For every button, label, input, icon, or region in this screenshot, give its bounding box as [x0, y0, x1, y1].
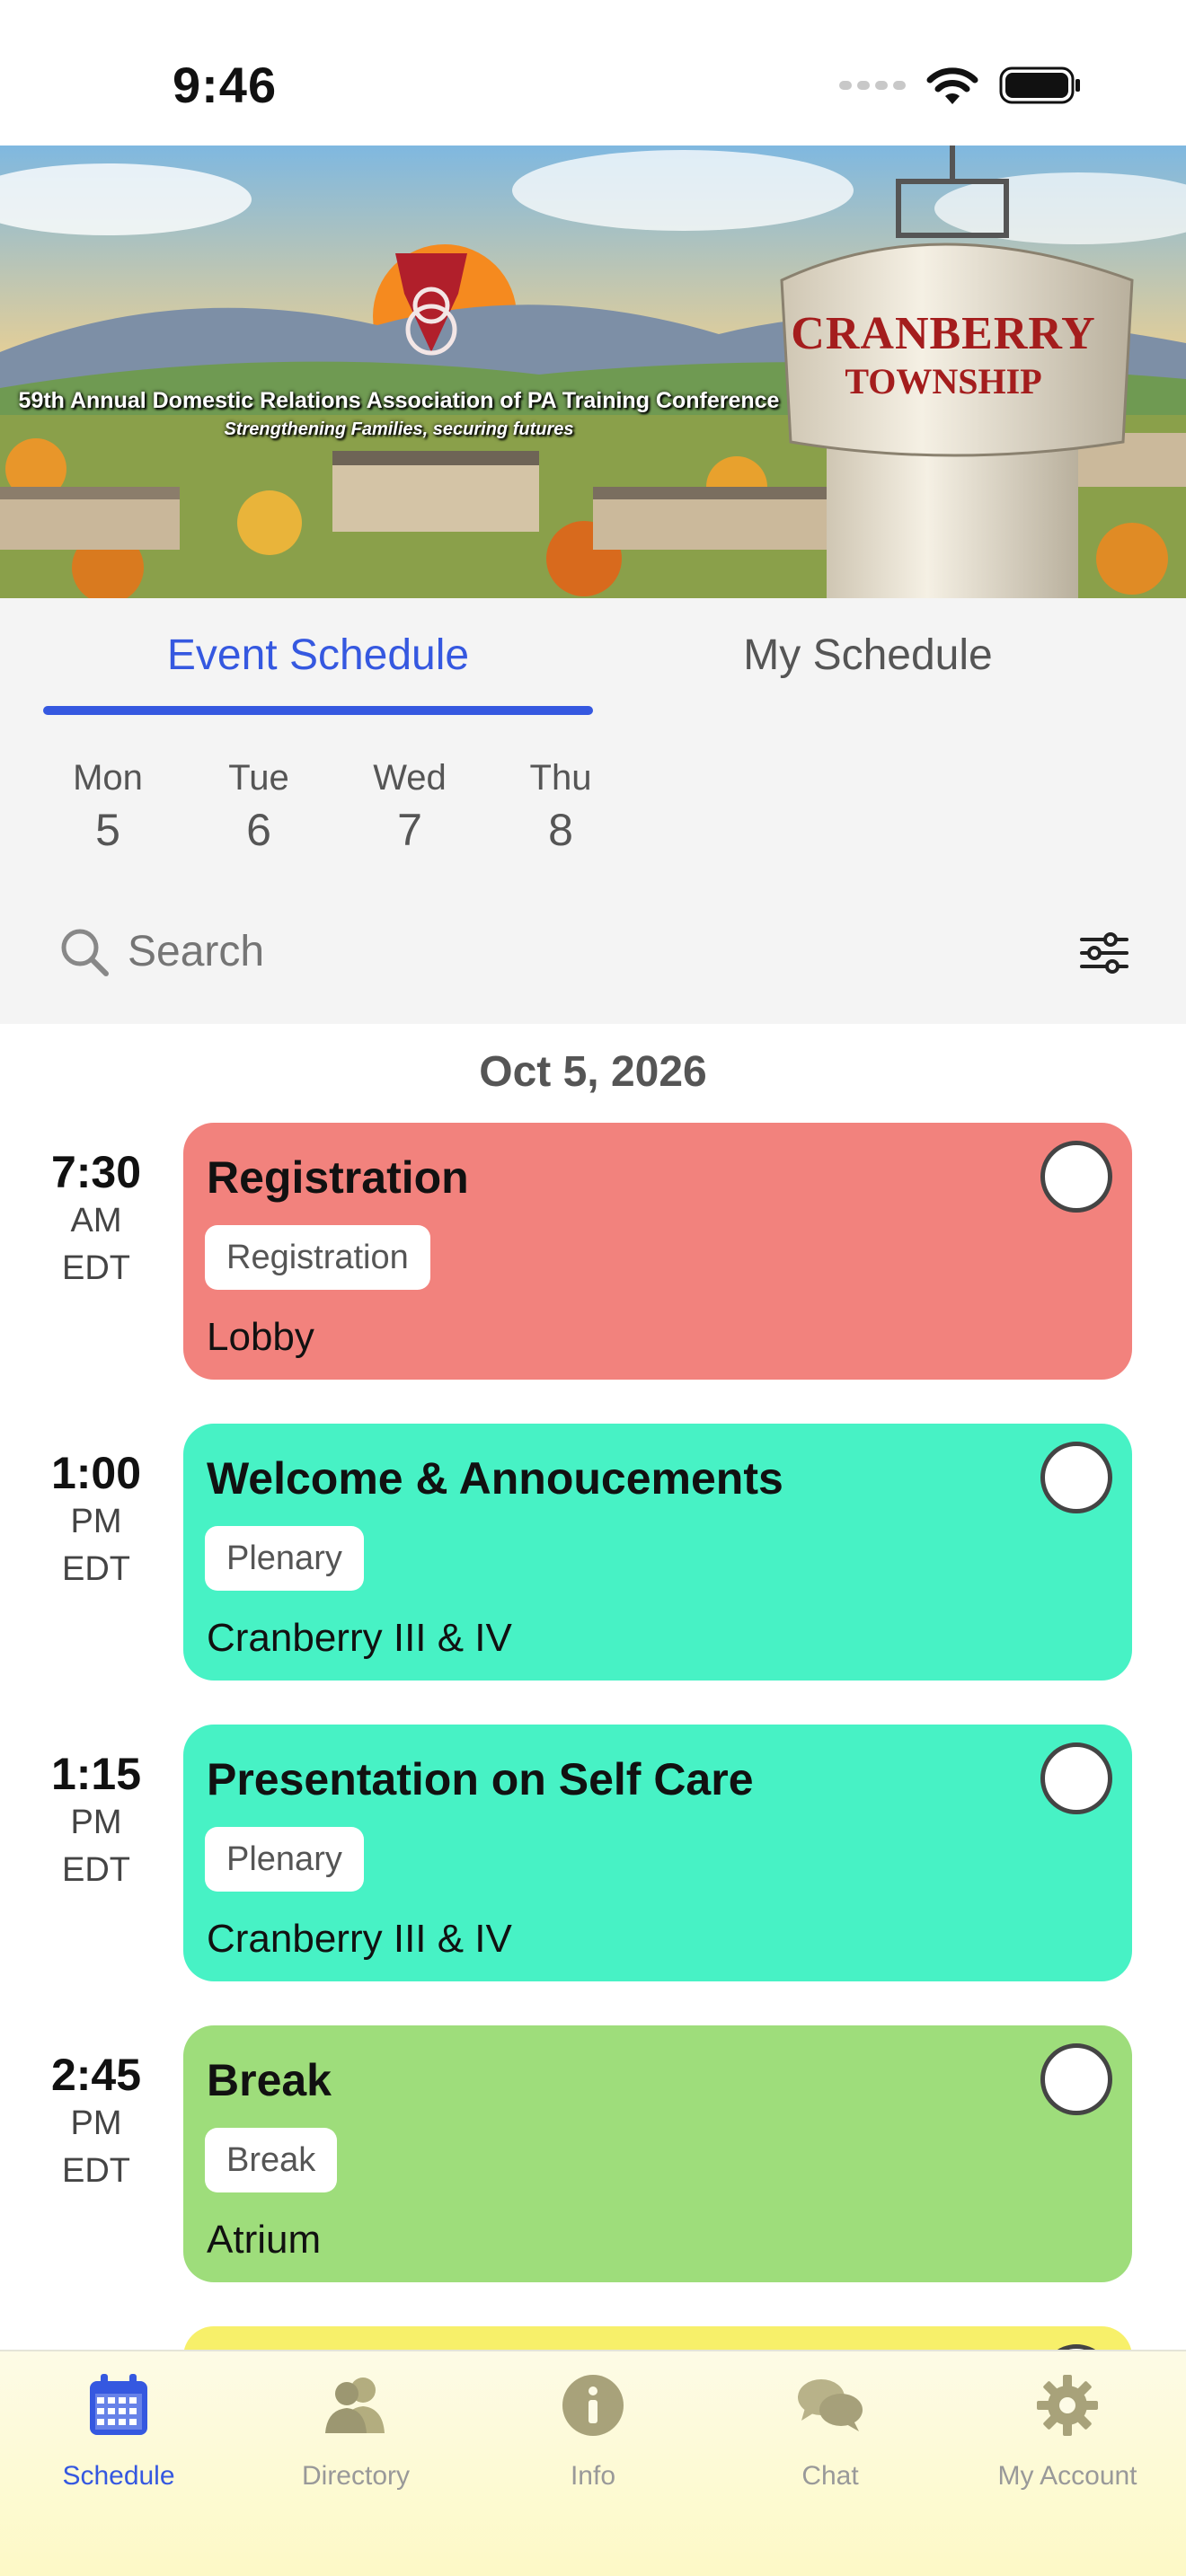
- tab-event-schedule[interactable]: Event Schedule: [43, 631, 593, 680]
- day-selector-tue[interactable]: Tue 6: [205, 758, 313, 856]
- date-header: Oct 5, 2026: [479, 1048, 707, 1096]
- event-row: 1:00 PM EDT Welcome & Annoucements Plena…: [0, 1424, 1186, 1681]
- add-to-my-schedule-toggle[interactable]: [1040, 1442, 1112, 1513]
- event-time: 1:00 PM EDT: [18, 1447, 174, 1589]
- add-to-my-schedule-toggle[interactable]: [1040, 1742, 1112, 1814]
- event-time: 7:30 AM EDT: [18, 1146, 174, 1288]
- person-icon: [325, 2378, 385, 2433]
- event-timezone: EDT: [62, 1550, 130, 1588]
- event-track-tag: Break: [205, 2128, 338, 2192]
- calendar-icon: [90, 2374, 147, 2435]
- event-card[interactable]: Presentation on Self Care Plenary Cranbe…: [183, 1725, 1132, 1981]
- battery-icon: [999, 66, 1080, 104]
- event-ampm: PM: [70, 1804, 122, 1841]
- tower-line-2: TOWNSHIP: [845, 361, 1042, 401]
- event-card[interactable]: Break Break Atrium: [183, 2025, 1132, 2282]
- event-hour: 2:45: [50, 2050, 142, 2100]
- event-track-tag: Plenary: [205, 1526, 364, 1591]
- active-tab-indicator: [43, 706, 593, 715]
- event-timezone: EDT: [62, 1249, 130, 1287]
- event-ampm: PM: [70, 2104, 122, 2142]
- event-ampm: PM: [70, 1503, 122, 1540]
- tabbar-info[interactable]: Info: [474, 2369, 712, 2492]
- filter-sliders-icon[interactable]: [1080, 932, 1128, 974]
- tabbar-label: Info: [570, 2461, 616, 2491]
- tabbar-my-account[interactable]: My Account: [949, 2369, 1186, 2492]
- day-selector-thu[interactable]: Thu 8: [507, 758, 615, 856]
- event-timezone: EDT: [62, 1851, 130, 1889]
- chat-bubbles-icon: [798, 2379, 863, 2431]
- conference-banner: 59th Annual Domestic Relations Associati…: [0, 146, 1186, 598]
- schedule-header-panel: Event Schedule My Schedule Mon 5 Tue 6 W…: [0, 598, 1186, 1024]
- event-row: 2:45 PM EDT Break Break Atrium: [0, 2025, 1186, 2282]
- day-name: Tue: [228, 758, 289, 798]
- event-track-tag: Registration: [205, 1225, 430, 1290]
- add-to-my-schedule-toggle[interactable]: [1040, 2043, 1112, 2115]
- event-title: Registration: [207, 1152, 469, 1203]
- day-selector-mon[interactable]: Mon 5: [54, 758, 162, 856]
- event-location: Atrium: [207, 2218, 322, 2262]
- status-icons: [839, 63, 1082, 108]
- day-selector-wed[interactable]: Wed 7: [356, 758, 464, 856]
- status-bar: 9:46: [0, 0, 1186, 146]
- search-bar: [59, 920, 1128, 984]
- day-name: Thu: [529, 758, 592, 798]
- bottom-tab-bar: Schedule Directory Info Chat My Account: [0, 2350, 1186, 2576]
- event-time: 1:15 PM EDT: [18, 1748, 174, 1890]
- event-timezone: EDT: [62, 2152, 130, 2190]
- tabbar-label: Directory: [301, 2461, 410, 2491]
- event-ampm: AM: [70, 1202, 122, 1239]
- water-tower-text: CRANBERRY TOWNSHIP: [791, 307, 1096, 402]
- tab-my-schedule[interactable]: My Schedule: [593, 631, 1143, 680]
- event-location: Cranberry III & IV: [207, 1616, 512, 1660]
- tabbar-label: My Account: [997, 2461, 1137, 2491]
- event-card[interactable]: Welcome & Annoucements Plenary Cranberry…: [183, 1424, 1132, 1681]
- event-row: 1:15 PM EDT Presentation on Self Care Pl…: [0, 1725, 1186, 1981]
- event-title: Break: [207, 2055, 332, 2105]
- tabbar-directory[interactable]: Directory: [237, 2369, 474, 2492]
- event-track-tag: Plenary: [205, 1827, 364, 1892]
- day-number: 5: [95, 805, 120, 855]
- banner-title: 59th Annual Domestic Relations Associati…: [18, 388, 780, 413]
- tabbar-schedule[interactable]: Schedule: [0, 2369, 237, 2492]
- day-name: Wed: [373, 758, 447, 798]
- banner-subtitle: Strengthening Families, securing futures: [224, 419, 574, 439]
- tabbar-label: Schedule: [62, 2461, 175, 2491]
- event-hour: 1:00: [50, 1448, 142, 1498]
- tabbar-chat[interactable]: Chat: [712, 2369, 949, 2492]
- event-title: Presentation on Self Care: [207, 1754, 754, 1804]
- day-number: 6: [246, 805, 271, 855]
- event-row: 7:30 AM EDT Registration Registration Lo…: [0, 1123, 1186, 1380]
- event-hour: 1:15: [50, 1749, 142, 1799]
- banner-caption: 59th Annual Domestic Relations Associati…: [4, 388, 794, 440]
- gear-icon: [1037, 2375, 1098, 2436]
- event-time: 2:45 PM EDT: [18, 2049, 174, 2191]
- day-number: 8: [548, 805, 573, 855]
- status-time: 9:46: [173, 57, 278, 113]
- day-name: Mon: [73, 758, 143, 798]
- cellular-signal-icon: [839, 81, 906, 90]
- tabbar-label: Chat: [801, 2461, 859, 2491]
- event-location: Cranberry III & IV: [207, 1917, 512, 1961]
- event-title: Welcome & Annoucements: [207, 1453, 783, 1504]
- wifi-icon: [926, 67, 978, 104]
- event-location: Lobby: [207, 1315, 314, 1359]
- info-icon: [562, 2375, 624, 2436]
- event-card[interactable]: Registration Registration Lobby: [183, 1123, 1132, 1380]
- day-number: 7: [397, 805, 422, 855]
- search-input[interactable]: [128, 927, 936, 976]
- tower-line-1: CRANBERRY: [791, 308, 1096, 359]
- add-to-my-schedule-toggle[interactable]: [1040, 1141, 1112, 1213]
- event-hour: 7:30: [50, 1147, 142, 1197]
- search-icon: [61, 929, 109, 976]
